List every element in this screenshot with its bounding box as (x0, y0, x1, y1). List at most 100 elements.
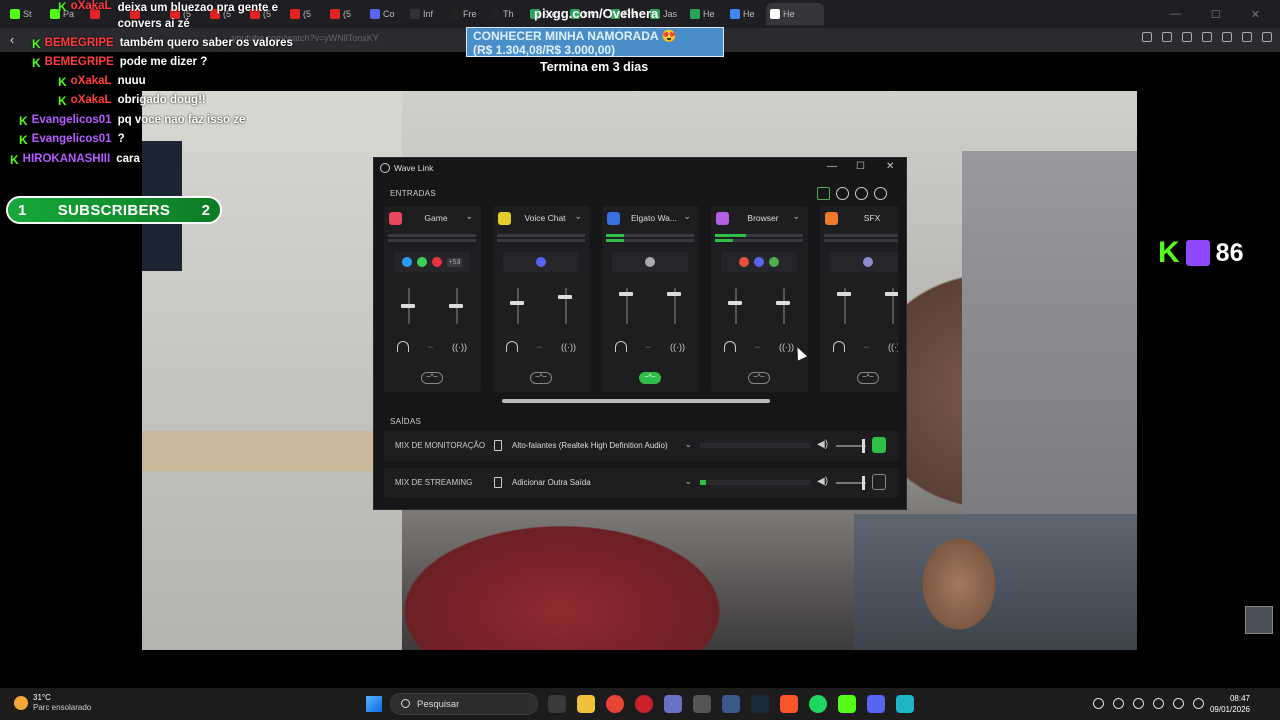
headphones-icon[interactable] (724, 341, 736, 352)
more-apps-count[interactable]: +53 (446, 257, 463, 267)
volume-slider-knob[interactable] (862, 476, 865, 490)
headphones-icon[interactable] (833, 341, 845, 352)
opera-icon[interactable] (635, 695, 653, 713)
monitor-fader-knob[interactable] (510, 300, 524, 305)
minimize-window-button[interactable]: — (1170, 8, 1181, 20)
weather-widget[interactable]: 31°C Parc ensolarado (14, 693, 91, 713)
task-view-icon[interactable] (548, 695, 566, 713)
effects-toggle[interactable]: ~^~ (748, 372, 770, 384)
extension-icon[interactable] (1162, 32, 1172, 42)
chevron-down-icon[interactable]: ⌄ (683, 211, 691, 222)
channel-apps[interactable]: +53 (394, 252, 470, 272)
chevron-down-icon[interactable]: ⌄ (465, 211, 473, 222)
browser-tab[interactable]: Th (486, 3, 524, 25)
effects-toggle[interactable]: ~^~ (530, 372, 552, 384)
extension-icon[interactable] (1222, 32, 1232, 42)
wl-close-button[interactable]: ✕ (886, 161, 894, 172)
monitor-fader-knob[interactable] (837, 291, 851, 296)
channel-apps[interactable] (503, 252, 579, 272)
listen-toggle-icon[interactable] (872, 437, 886, 453)
tray-icon[interactable] (1113, 698, 1124, 709)
browser-tab[interactable]: He (686, 3, 724, 25)
effects-toggle[interactable]: ~^~ (421, 372, 443, 384)
speaker-volume-icon[interactable]: ◀) (817, 439, 828, 450)
file-explorer-icon[interactable] (577, 695, 595, 713)
settings-gear-icon[interactable] (855, 187, 868, 200)
stream-fader[interactable] (783, 288, 785, 324)
volume-icon[interactable] (1193, 698, 1204, 709)
broadcast-icon[interactable]: ((·)) (561, 342, 576, 352)
browser-tab[interactable]: St (6, 3, 44, 25)
broadcast-icon[interactable]: ((·)) (888, 342, 898, 352)
chevron-down-icon[interactable]: ⌄ (574, 211, 582, 222)
stream-fader-knob[interactable] (667, 291, 681, 296)
channel-header[interactable]: Browser ⌄ (711, 210, 808, 228)
speaker-volume-icon[interactable]: ◀) (817, 476, 828, 487)
kick-icon[interactable] (838, 695, 856, 713)
broadcast-icon[interactable]: ((·)) (452, 342, 467, 352)
extension-icon[interactable] (1142, 32, 1152, 42)
extension-icon[interactable] (1242, 32, 1252, 42)
monitor-fader-knob[interactable] (728, 300, 742, 305)
broadcast-icon[interactable]: ((·)) (779, 342, 794, 352)
chevron-down-icon[interactable]: ⌄ (684, 439, 692, 450)
output-device-select[interactable]: Alto-falantes (Realtek High Definition A… (494, 437, 692, 455)
channel-apps[interactable] (612, 252, 688, 272)
headphones-icon[interactable] (397, 341, 409, 352)
browser-tab[interactable]: He (726, 3, 764, 25)
tray-icon[interactable] (1093, 698, 1104, 709)
link-icon[interactable]: ⇔ (427, 342, 435, 351)
close-window-button[interactable]: ✕ (1251, 8, 1260, 21)
channel-apps[interactable] (830, 252, 898, 272)
monitor-fader[interactable] (517, 288, 519, 324)
headphones-icon[interactable] (506, 341, 518, 352)
app-icon[interactable] (896, 695, 914, 713)
wl-minimize-button[interactable]: — (827, 161, 837, 172)
effects-icon[interactable] (836, 187, 849, 200)
brave-icon[interactable] (780, 695, 798, 713)
channels-scrollbar[interactable] (502, 399, 770, 403)
headphones-icon[interactable] (615, 341, 627, 352)
listen-toggle-icon[interactable] (872, 474, 886, 490)
stream-fader-knob[interactable] (776, 300, 790, 305)
mixer-icon[interactable] (817, 187, 830, 200)
link-icon[interactable]: ⇔ (863, 342, 871, 351)
app-icon[interactable] (693, 695, 711, 713)
link-icon[interactable]: ⇔ (536, 342, 544, 351)
stream-fader-knob[interactable] (558, 295, 572, 300)
stream-fader-knob[interactable] (885, 291, 898, 296)
monitor-fader-knob[interactable] (401, 304, 415, 309)
effects-toggle[interactable]: ~^~ (857, 372, 879, 384)
windows-start-icon[interactable] (366, 696, 382, 712)
output-device-select[interactable]: Adicionar Outra Saída ⌄ (494, 474, 692, 492)
extension-icon[interactable] (1182, 32, 1192, 42)
back-button[interactable]: ‹ (10, 32, 14, 47)
browser-tab[interactable]: (5 (326, 3, 364, 25)
monitor-fader-knob[interactable] (619, 291, 633, 296)
extension-icon[interactable] (1202, 32, 1212, 42)
app-icon[interactable] (722, 695, 740, 713)
channel-apps[interactable] (721, 252, 797, 272)
menu-icon[interactable] (1262, 32, 1272, 42)
chrome-icon[interactable] (606, 695, 624, 713)
monitor-fader[interactable] (735, 288, 737, 324)
channel-header[interactable]: Elgato Wa... ⌄ (602, 210, 699, 228)
account-icon[interactable] (874, 187, 887, 200)
broadcast-icon[interactable]: ((·)) (670, 342, 685, 352)
taskbar-search[interactable]: Pesquisar (390, 693, 538, 715)
chevron-down-icon[interactable]: ⌄ (684, 476, 692, 487)
spotify-icon[interactable] (809, 695, 827, 713)
output-volume-slider[interactable] (836, 476, 866, 490)
maximize-window-button[interactable]: ☐ (1211, 8, 1221, 21)
wl-maximize-button[interactable]: ☐ (856, 161, 865, 172)
stream-fader-knob[interactable] (449, 304, 463, 309)
tray-icon[interactable] (1133, 698, 1144, 709)
taskbar-clock[interactable]: 08:47 09/01/2026 (1210, 693, 1250, 715)
browser-tab[interactable]: Co (366, 3, 404, 25)
wifi-icon[interactable] (1173, 698, 1184, 709)
channel-header[interactable]: Game ⌄ (384, 210, 481, 228)
output-volume-slider[interactable] (836, 439, 866, 453)
channel-header[interactable]: SFX ⌄ (820, 210, 898, 228)
discord-icon[interactable] (867, 695, 885, 713)
app-icon[interactable] (664, 695, 682, 713)
